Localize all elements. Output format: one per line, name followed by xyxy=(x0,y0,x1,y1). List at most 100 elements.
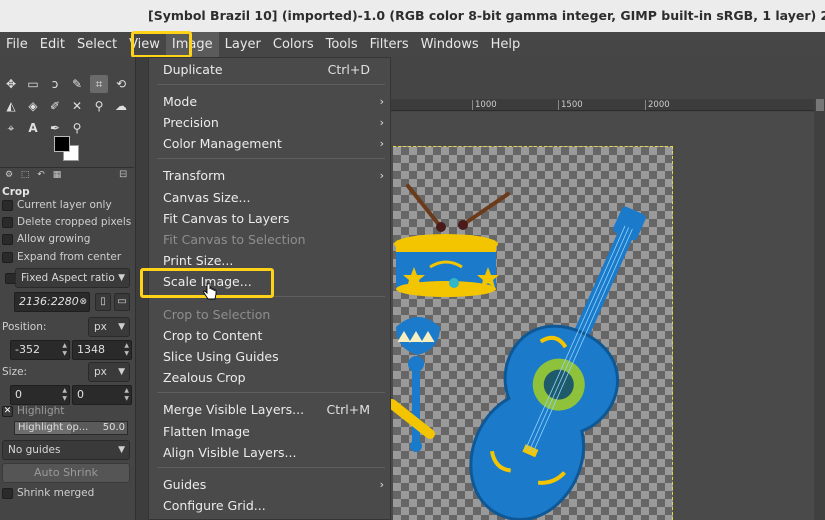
delete-cropped-option[interactable]: Delete cropped pixels xyxy=(2,216,131,228)
menu-filters[interactable]: Filters xyxy=(364,32,415,57)
scrollbar-thumb[interactable] xyxy=(816,99,824,111)
spin-arrows-icon[interactable]: ▲ ▼ xyxy=(62,342,67,358)
menu-tools[interactable]: Tools xyxy=(320,32,364,57)
menu-item-flatten-image[interactable]: Flatten Image xyxy=(149,421,390,442)
clear-icon[interactable]: ⊗ xyxy=(79,293,87,311)
landscape-icon[interactable]: ▭ xyxy=(114,293,130,311)
menu-help[interactable]: Help xyxy=(485,32,527,57)
image-menu-dropdown: Duplicate Ctrl+D Mode › Precision › Colo… xyxy=(148,57,391,520)
ruler-tick: 1500 xyxy=(558,100,583,110)
menu-view[interactable]: View xyxy=(123,32,166,57)
menu-item-slice-using-guides[interactable]: Slice Using Guides xyxy=(149,346,390,367)
panel-menu-icon[interactable]: ⊟ xyxy=(119,169,127,180)
menu-item-crop-to-selection[interactable]: Crop to Selection xyxy=(149,304,390,325)
size-width-input[interactable]: 0 ▲ ▼ xyxy=(10,385,70,405)
shrink-merged-option[interactable]: Shrink merged xyxy=(2,487,94,499)
unified-transform-tool-icon[interactable]: ⟲ xyxy=(112,75,130,93)
horizontal-ruler[interactable]: 1000 1500 2000 xyxy=(390,99,825,111)
position-unit-dropdown[interactable]: px ▼ xyxy=(88,317,130,337)
menu-item-print-size[interactable]: Print Size... xyxy=(149,250,390,271)
bucket-fill-tool-icon[interactable]: ◈ xyxy=(24,97,42,115)
menu-item-transform[interactable]: Transform › xyxy=(149,165,390,186)
field-value: 0 xyxy=(15,388,22,401)
left-dock-scrollbar[interactable] xyxy=(136,57,148,520)
menu-item-duplicate[interactable]: Duplicate Ctrl+D xyxy=(149,59,390,80)
slider-value: 50.0 xyxy=(102,422,125,433)
menu-item-label: Fit Canvas to Selection xyxy=(163,232,306,247)
spin-arrows-icon[interactable]: ▲ ▼ xyxy=(124,342,129,358)
menu-item-fit-canvas-to-selection[interactable]: Fit Canvas to Selection xyxy=(149,229,390,250)
menu-item-label: Configure Grid... xyxy=(163,498,266,513)
images-tab-icon[interactable]: ▦ xyxy=(50,169,64,181)
fixed-aspect-dropdown[interactable]: Fixed Aspect ratio ▼ xyxy=(15,268,130,288)
checkbox[interactable] xyxy=(2,487,13,499)
checkbox[interactable] xyxy=(2,216,13,228)
menu-item-merge-visible-layers[interactable]: Merge Visible Layers... Ctrl+M xyxy=(149,399,390,420)
menu-select[interactable]: Select xyxy=(71,32,123,57)
clone-tool-icon[interactable]: ⚲ xyxy=(90,97,108,115)
spin-arrows-icon[interactable]: ▲ ▼ xyxy=(124,387,129,403)
menu-item-label: Fit Canvas to Layers xyxy=(163,211,290,226)
menu-item-fit-canvas-to-layers[interactable]: Fit Canvas to Layers xyxy=(149,208,390,229)
checkbox[interactable] xyxy=(2,251,13,263)
tool-options-tab-icon[interactable]: ⚙ xyxy=(2,169,16,181)
paintbrush-tool-icon[interactable]: ✐ xyxy=(46,97,64,115)
fuzzy-select-tool-icon[interactable]: ✎ xyxy=(68,75,86,93)
text-tool-icon[interactable]: A xyxy=(24,119,42,137)
menu-item-zealous-crop[interactable]: Zealous Crop xyxy=(149,367,390,388)
menu-item-label: Align Visible Layers... xyxy=(163,445,297,460)
allow-growing-option[interactable]: Allow growing xyxy=(2,233,90,245)
aspect-ratio-input[interactable]: 2136:2280 ⊗ xyxy=(14,292,90,312)
guides-dropdown[interactable]: No guides ▼ xyxy=(2,440,130,460)
menu-colors[interactable]: Colors xyxy=(267,32,320,57)
menu-item-guides[interactable]: Guides › xyxy=(149,474,390,495)
undo-history-tab-icon[interactable]: ↶ xyxy=(34,169,48,181)
current-layer-only-option[interactable]: Current layer only xyxy=(2,199,112,211)
vertical-scrollbar[interactable] xyxy=(814,99,825,520)
menu-windows[interactable]: Windows xyxy=(415,32,485,57)
portrait-icon[interactable]: ▯ xyxy=(95,293,111,311)
ruler-tick: 2000 xyxy=(645,100,670,110)
auto-shrink-button[interactable]: Auto Shrink xyxy=(2,463,130,483)
smudge-tool-icon[interactable]: ☁ xyxy=(112,97,130,115)
chevron-down-icon: ▼ xyxy=(118,273,125,283)
warp-tool-icon[interactable]: ◭ xyxy=(2,97,20,115)
dropdown-value: No guides xyxy=(8,444,61,456)
size-unit-dropdown[interactable]: px ▼ xyxy=(88,362,130,382)
fg-bg-color-swatch[interactable] xyxy=(52,135,82,163)
expand-from-center-option[interactable]: Expand from center xyxy=(2,251,121,263)
device-status-tab-icon[interactable]: ⬚ xyxy=(18,169,32,181)
size-label: Size: xyxy=(2,366,28,378)
menu-item-color-management[interactable]: Color Management › xyxy=(149,133,390,154)
foreground-color[interactable] xyxy=(54,136,70,152)
checkbox-checked[interactable]: ✕ xyxy=(2,405,13,417)
menu-item-align-visible-layers[interactable]: Align Visible Layers... xyxy=(149,442,390,463)
lasso-tool-icon[interactable]: ↄ xyxy=(46,75,64,93)
checkbox[interactable] xyxy=(2,199,13,211)
crop-tool-icon[interactable]: ⌗ xyxy=(90,75,108,93)
menu-file[interactable]: File xyxy=(0,32,34,57)
menu-edit[interactable]: Edit xyxy=(34,32,71,57)
size-height-input[interactable]: 0 ▲ ▼ xyxy=(72,385,132,405)
menu-item-canvas-size[interactable]: Canvas Size... xyxy=(149,187,390,208)
highlight-opacity-slider[interactable]: Highlight op... 50.0 xyxy=(14,421,128,435)
highlight-option[interactable]: ✕ Highlight xyxy=(2,405,64,417)
menu-layer[interactable]: Layer xyxy=(219,32,267,57)
menu-item-label: Print Size... xyxy=(163,253,234,268)
menu-separator xyxy=(157,84,385,85)
eraser-tool-icon[interactable]: ✕ xyxy=(68,97,86,115)
menu-image[interactable]: Image xyxy=(165,32,219,57)
menu-item-crop-to-content[interactable]: Crop to Content xyxy=(149,325,390,346)
menu-item-mode[interactable]: Mode › xyxy=(149,91,390,112)
checkbox-label: Expand from center xyxy=(17,251,122,263)
rect-select-tool-icon[interactable]: ▭ xyxy=(24,75,42,93)
position-x-input[interactable]: -352 ▲ ▼ xyxy=(10,340,70,360)
position-y-input[interactable]: 1348 ▲ ▼ xyxy=(72,340,132,360)
paths-tool-icon[interactable]: ⌖ xyxy=(2,119,20,137)
menu-item-configure-grid[interactable]: Configure Grid... xyxy=(149,495,390,516)
move-tool-icon[interactable]: ✥ xyxy=(2,75,20,93)
menu-item-precision[interactable]: Precision › xyxy=(149,112,390,133)
menu-item-scale-image[interactable]: Scale Image... xyxy=(149,271,390,292)
spin-arrows-icon[interactable]: ▲ ▼ xyxy=(62,387,67,403)
checkbox[interactable] xyxy=(2,233,13,245)
